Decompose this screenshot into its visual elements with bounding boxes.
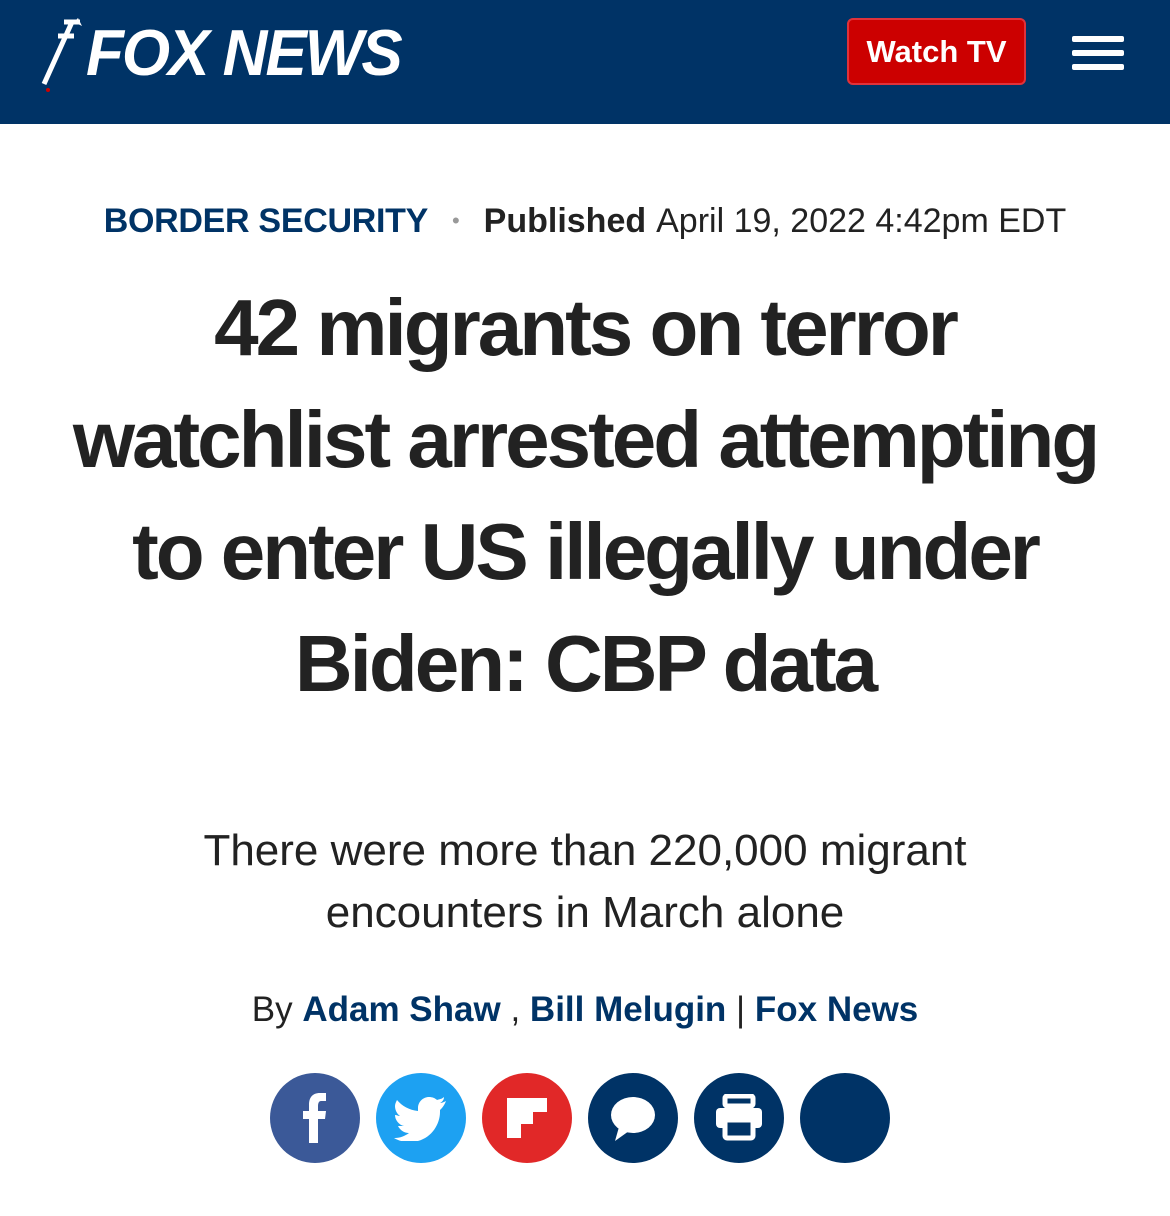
published-label: Published — [483, 201, 647, 240]
byline-prefix: By — [251, 990, 293, 1029]
twitter-share-button[interactable] — [376, 1073, 466, 1163]
article-subheadline: There were more than 220,000 migrant enc… — [203, 826, 967, 937]
hamburger-menu-icon[interactable] — [1072, 36, 1124, 70]
flipboard-share-button[interactable] — [482, 1073, 572, 1163]
article-meta: BORDER SECURITY • Published April 19, 20… — [0, 196, 1170, 246]
comment-button[interactable] — [588, 1073, 678, 1163]
byline-comma: , — [510, 990, 521, 1029]
article-headline: 42 migrants on terror watchlist arrested… — [72, 283, 1100, 708]
print-icon — [716, 1094, 762, 1141]
fox-logo-mark-icon — [41, 18, 82, 92]
fox-news-logo[interactable]: FOX NEWS — [34, 14, 434, 94]
watch-tv-button[interactable]: Watch TV — [847, 18, 1026, 85]
author-link-1[interactable]: Adam Shaw — [302, 990, 500, 1029]
facebook-icon — [303, 1093, 326, 1143]
more-share-button[interactable] — [800, 1073, 890, 1163]
site-header: FOX NEWS Watch TV — [0, 0, 1170, 124]
author-link-2[interactable]: Bill Melugin — [530, 990, 726, 1029]
print-button[interactable] — [694, 1073, 784, 1163]
twitter-icon — [394, 1097, 446, 1141]
byline: By Adam Shaw , Bill Melugin | Fox News — [0, 990, 1170, 1036]
category-link[interactable]: BORDER SECURITY — [104, 202, 429, 241]
share-bar — [270, 1073, 890, 1165]
comment-icon — [611, 1097, 655, 1141]
byline-separator: | — [736, 990, 746, 1029]
outlet-link[interactable]: Fox News — [755, 990, 918, 1029]
flipboard-icon — [507, 1098, 547, 1138]
logo-text: FOX NEWS — [86, 17, 403, 90]
facebook-share-button[interactable] — [270, 1073, 360, 1163]
published-date: April 19, 2022 4:42pm EDT — [656, 201, 1067, 240]
meta-separator: • — [451, 208, 460, 233]
